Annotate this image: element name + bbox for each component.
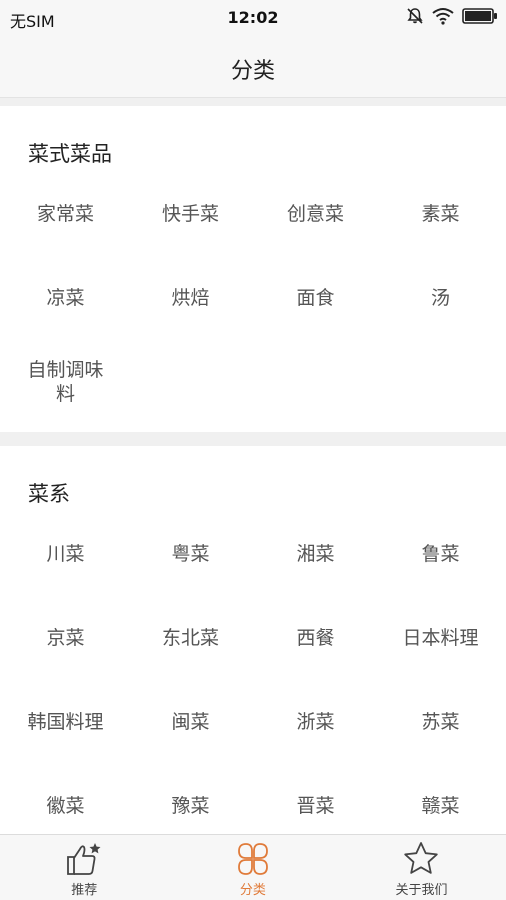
category-item[interactable]: 京菜 [3,596,128,680]
category-item[interactable]: 赣菜 [378,764,503,834]
tab-bar: 推荐 分类 关于我们 [0,834,506,900]
category-item[interactable]: 西餐 [253,596,378,680]
category-item[interactable]: 烘焙 [128,256,253,340]
bell-muted-icon [407,8,423,24]
page-title: 分类 [230,59,275,84]
tab-label: 推荐 [71,883,98,898]
category-item[interactable]: 自制调味料 [3,340,128,424]
category-grid: 家常菜 快手菜 创意菜 素菜 凉菜 烘焙 面食 汤 自制调味料 [3,172,503,424]
category-item[interactable]: 汤 [378,256,503,340]
category-item[interactable]: 创意菜 [253,172,378,256]
section-title: 菜系 [28,482,70,506]
category-item[interactable]: 鲁菜 [378,512,503,596]
tab-label: 分类 [239,883,266,898]
category-item[interactable]: 湘菜 [253,512,378,596]
battery-icon [462,8,497,24]
status-icons [406,7,498,25]
category-item[interactable]: 苏菜 [378,680,503,764]
category-item[interactable]: 快手菜 [128,172,253,256]
category-item[interactable]: 东北菜 [128,596,253,680]
category-item[interactable]: 闽菜 [128,680,253,764]
category-item[interactable]: 川菜 [3,512,128,596]
category-item[interactable]: 凉菜 [3,256,128,340]
category-item[interactable]: 豫菜 [128,764,253,834]
section-divider [0,432,506,446]
category-item[interactable]: 韩国料理 [3,680,128,764]
category-item[interactable]: 徽菜 [3,764,128,834]
section-dish-types: 菜式菜品 家常菜 快手菜 创意菜 素菜 凉菜 烘焙 面食 汤 自制调味料 [0,106,506,432]
tab-about-us[interactable]: 关于我们 [337,835,506,900]
category-item[interactable]: 日本料理 [378,596,503,680]
clover-icon [237,843,268,875]
wifi-icon [432,8,454,25]
thumbs-up-star-icon [67,843,101,875]
section-title: 菜式菜品 [28,142,112,166]
tab-label: 关于我们 [395,883,448,898]
tab-categories[interactable]: 分类 [169,835,338,900]
star-outline-icon [404,842,439,874]
tab-recommend[interactable]: 推荐 [0,835,169,900]
section-divider [0,98,506,106]
category-item[interactable]: 粤菜 [128,512,253,596]
category-item[interactable]: 晋菜 [253,764,378,834]
category-item[interactable]: 浙菜 [253,680,378,764]
status-bar: 无SIM 12:02 [0,0,506,34]
category-item[interactable]: 面食 [253,256,378,340]
category-item[interactable]: 素菜 [378,172,503,256]
category-item[interactable]: 家常菜 [3,172,128,256]
navigation-bar: 分类 [0,34,506,98]
section-cuisines: 菜系 川菜 粤菜 湘菜 鲁菜 京菜 东北菜 西餐 日本料理 韩国料理 闽菜 浙菜… [0,446,506,834]
category-grid: 川菜 粤菜 湘菜 鲁菜 京菜 东北菜 西餐 日本料理 韩国料理 闽菜 浙菜 苏菜… [3,512,503,834]
